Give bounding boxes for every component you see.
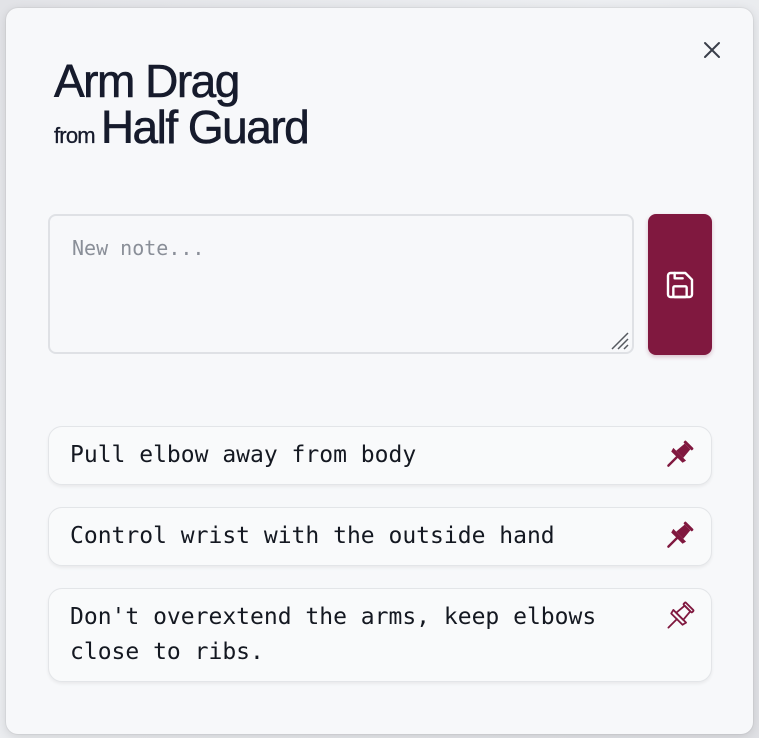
save-note-button[interactable] xyxy=(648,214,712,355)
technique-name: Arm Drag xyxy=(54,55,241,107)
note-text: Pull elbow away from body xyxy=(70,442,417,468)
page-title: Arm Drag from Half Guard xyxy=(54,55,311,153)
pin-filled-icon xyxy=(667,440,694,467)
close-button[interactable] xyxy=(698,36,726,64)
title-from-label: from xyxy=(54,123,96,148)
pin-outline-icon xyxy=(667,601,695,629)
position-name: Half Guard xyxy=(100,101,311,153)
note-text: Don't overextend the arms, keep elbows c… xyxy=(70,604,597,665)
list-item: Control wrist with the outside hand xyxy=(48,507,712,566)
list-item: Pull elbow away from body xyxy=(48,426,712,485)
save-icon xyxy=(666,271,694,298)
pin-filled-icon xyxy=(667,521,694,548)
pin-button[interactable] xyxy=(659,435,699,475)
pin-button[interactable] xyxy=(659,516,699,556)
close-icon xyxy=(704,42,720,58)
pin-button[interactable] xyxy=(659,597,699,637)
new-note-input[interactable] xyxy=(48,214,634,354)
list-item: Don't overextend the arms, keep elbows c… xyxy=(48,588,712,682)
note-text: Control wrist with the outside hand xyxy=(70,523,555,549)
notes-list: Pull elbow away from body Control wrist … xyxy=(48,426,712,704)
technique-position: from Half Guard xyxy=(54,101,311,153)
